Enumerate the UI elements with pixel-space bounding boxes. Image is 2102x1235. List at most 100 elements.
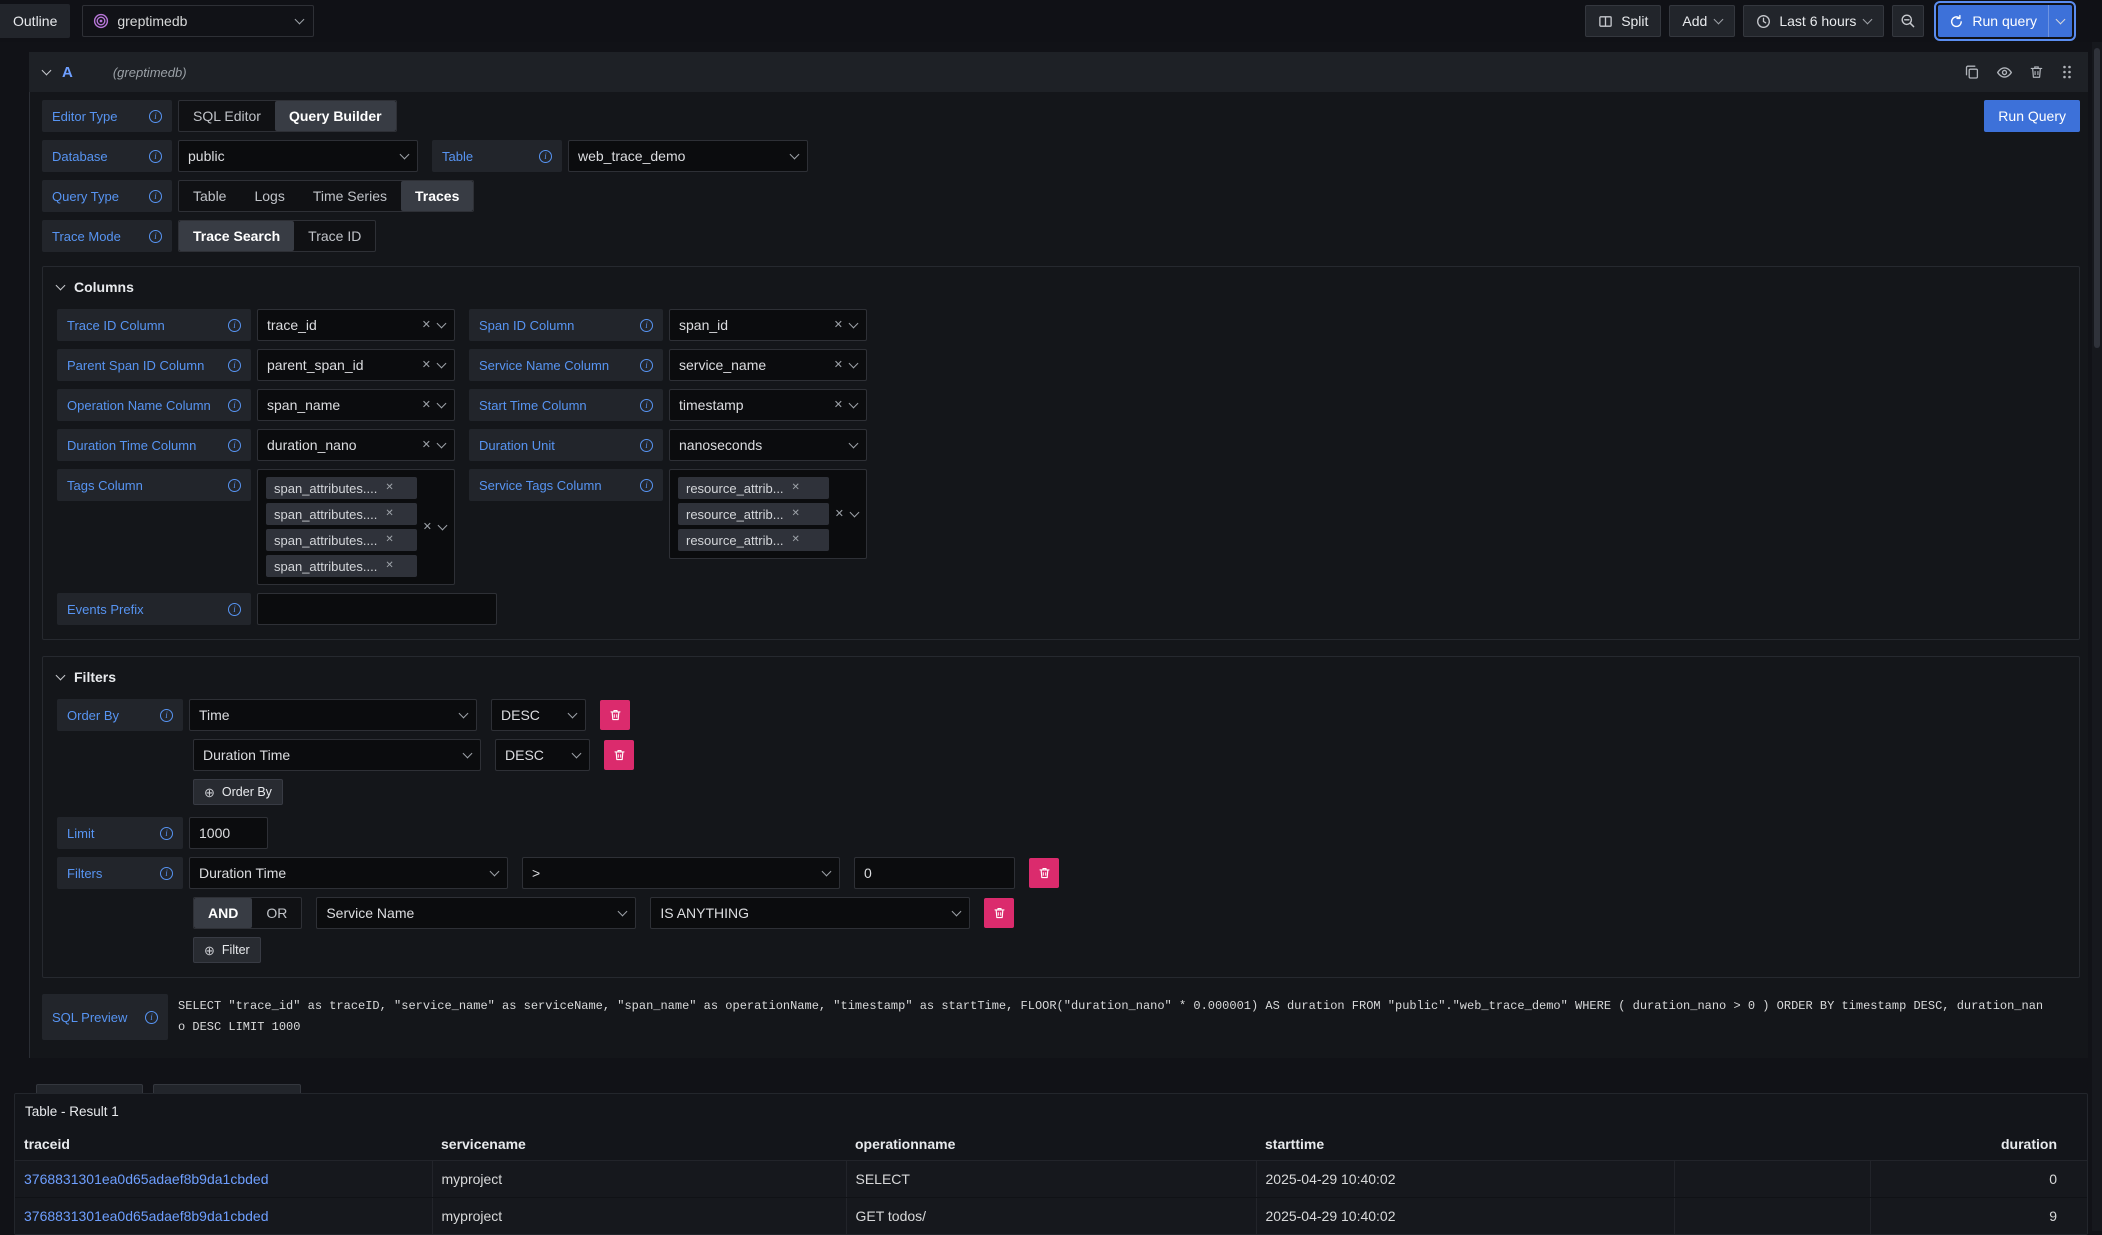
trace-id-link[interactable]: 3768831301ea0d65adaef8b9da1cbded	[24, 1171, 268, 1187]
info-icon[interactable]	[640, 479, 653, 492]
remove-chip-icon[interactable]	[792, 535, 800, 545]
parent-span-id-column-select[interactable]: parent_span_id	[257, 349, 455, 381]
column-header-starttime[interactable]: starttime	[1256, 1128, 1674, 1161]
clear-icon[interactable]	[834, 320, 843, 331]
info-icon[interactable]	[160, 867, 173, 880]
remove-order-by-button-2[interactable]	[604, 740, 634, 770]
tag-chip[interactable]: span_attributes....	[266, 503, 417, 525]
editor-type-query-builder[interactable]: Query Builder	[275, 101, 396, 131]
clear-all-icon[interactable]	[423, 522, 432, 533]
result-panel-title[interactable]: Table - Result 1	[15, 1094, 2087, 1128]
split-button[interactable]: Split	[1585, 5, 1661, 37]
span-id-column-select[interactable]: span_id	[669, 309, 867, 341]
column-header-operationname[interactable]: operationname	[846, 1128, 1256, 1161]
filter-operator-select[interactable]: >	[522, 857, 840, 889]
info-icon[interactable]	[149, 150, 162, 163]
info-icon[interactable]	[160, 827, 173, 840]
clear-icon[interactable]	[422, 360, 431, 371]
info-icon[interactable]	[145, 1011, 158, 1024]
zoom-out-button[interactable]	[1892, 5, 1924, 37]
remove-order-by-button[interactable]	[600, 700, 630, 730]
editor-type-sql-editor[interactable]: SQL Editor	[179, 101, 275, 131]
remove-chip-icon[interactable]	[792, 509, 800, 519]
info-icon[interactable]	[539, 150, 552, 163]
query-row-header[interactable]: A (greptimedb)	[29, 52, 2088, 92]
remove-filter-button-2[interactable]	[984, 898, 1014, 928]
service-tags-column-multiselect[interactable]: resource_attrib... resource_attrib... re…	[669, 469, 867, 559]
outline-button[interactable]: Outline	[0, 4, 70, 38]
info-icon[interactable]	[160, 709, 173, 722]
editor-run-query-button[interactable]: Run Query	[1984, 100, 2080, 132]
limit-input[interactable]	[189, 817, 268, 849]
service-tag-chip[interactable]: resource_attrib...	[678, 477, 829, 499]
info-icon[interactable]	[228, 359, 241, 372]
info-icon[interactable]	[149, 110, 162, 123]
query-type-table[interactable]: Table	[179, 181, 240, 211]
columns-section-header[interactable]: Columns	[57, 279, 2065, 295]
clear-icon[interactable]	[422, 400, 431, 411]
service-tag-chip[interactable]: resource_attrib...	[678, 503, 829, 525]
remove-filter-button[interactable]	[1029, 858, 1059, 888]
remove-chip-icon[interactable]	[792, 483, 800, 493]
order-by-field-select[interactable]: Time	[189, 699, 477, 731]
collapse-chevron-icon[interactable]	[42, 65, 52, 75]
page-scrollbar[interactable]	[2092, 42, 2102, 1231]
column-header-duration[interactable]: duration	[1870, 1128, 2087, 1161]
filter-field-select-2[interactable]: Service Name	[316, 897, 636, 929]
start-time-column-select[interactable]: timestamp	[669, 389, 867, 421]
clear-icon[interactable]	[834, 360, 843, 371]
tags-column-multiselect[interactable]: span_attributes.... span_attributes.... …	[257, 469, 455, 585]
remove-chip-icon[interactable]	[385, 535, 393, 545]
add-order-by-button[interactable]: Order By	[193, 779, 283, 805]
tag-chip[interactable]: span_attributes....	[266, 529, 417, 551]
order-by-direction-select[interactable]: DESC	[491, 699, 586, 731]
duplicate-query-icon[interactable]	[1964, 64, 1980, 80]
trace-mode-trace-search[interactable]: Trace Search	[179, 221, 294, 251]
add-button[interactable]: Add	[1669, 5, 1735, 37]
scrollbar-thumb[interactable]	[2094, 48, 2100, 348]
trace-id-column-select[interactable]: trace_id	[257, 309, 455, 341]
info-icon[interactable]	[640, 319, 653, 332]
filter-field-select[interactable]: Duration Time	[189, 857, 508, 889]
column-header-servicename[interactable]: servicename	[432, 1128, 846, 1161]
trace-mode-trace-id[interactable]: Trace ID	[294, 221, 375, 251]
remove-chip-icon[interactable]	[385, 561, 393, 571]
delete-query-trash-icon[interactable]	[2029, 64, 2044, 80]
service-tag-chip[interactable]: resource_attrib...	[678, 529, 829, 551]
duration-unit-select[interactable]: nanoseconds	[669, 429, 867, 461]
remove-chip-icon[interactable]	[385, 483, 393, 493]
query-type-time-series[interactable]: Time Series	[299, 181, 401, 211]
order-by-field-select-2[interactable]: Duration Time	[193, 739, 481, 771]
operation-name-column-select[interactable]: span_name	[257, 389, 455, 421]
tag-chip[interactable]: span_attributes....	[266, 555, 417, 577]
events-prefix-input[interactable]	[257, 593, 497, 625]
query-type-traces[interactable]: Traces	[401, 181, 473, 211]
filters-section-header[interactable]: Filters	[57, 669, 2065, 685]
info-icon[interactable]	[228, 603, 241, 616]
clear-icon[interactable]	[422, 320, 431, 331]
duration-time-column-select[interactable]: duration_nano	[257, 429, 455, 461]
column-header-traceid[interactable]: traceid	[15, 1128, 432, 1161]
clear-icon[interactable]	[834, 400, 843, 411]
info-icon[interactable]	[228, 439, 241, 452]
clear-icon[interactable]	[422, 440, 431, 451]
run-query-dropdown-toggle[interactable]	[2048, 5, 2072, 37]
info-icon[interactable]	[228, 399, 241, 412]
info-icon[interactable]	[228, 479, 241, 492]
filter-value-input[interactable]	[854, 857, 1015, 889]
table-select[interactable]: web_trace_demo	[568, 140, 808, 172]
order-by-direction-select-2[interactable]: DESC	[495, 739, 590, 771]
run-query-button[interactable]: Run query	[1938, 5, 2048, 37]
remove-chip-icon[interactable]	[385, 509, 393, 519]
add-filter-button[interactable]: Filter	[193, 937, 261, 963]
info-icon[interactable]	[640, 399, 653, 412]
database-select[interactable]: public	[178, 140, 418, 172]
tag-chip[interactable]: span_attributes....	[266, 477, 417, 499]
service-name-column-select[interactable]: service_name	[669, 349, 867, 381]
info-icon[interactable]	[640, 439, 653, 452]
time-range-picker[interactable]: Last 6 hours	[1743, 5, 1884, 37]
datasource-picker[interactable]: greptimedb	[82, 5, 314, 37]
info-icon[interactable]	[149, 230, 162, 243]
clear-all-icon[interactable]	[835, 509, 844, 520]
query-type-logs[interactable]: Logs	[240, 181, 298, 211]
